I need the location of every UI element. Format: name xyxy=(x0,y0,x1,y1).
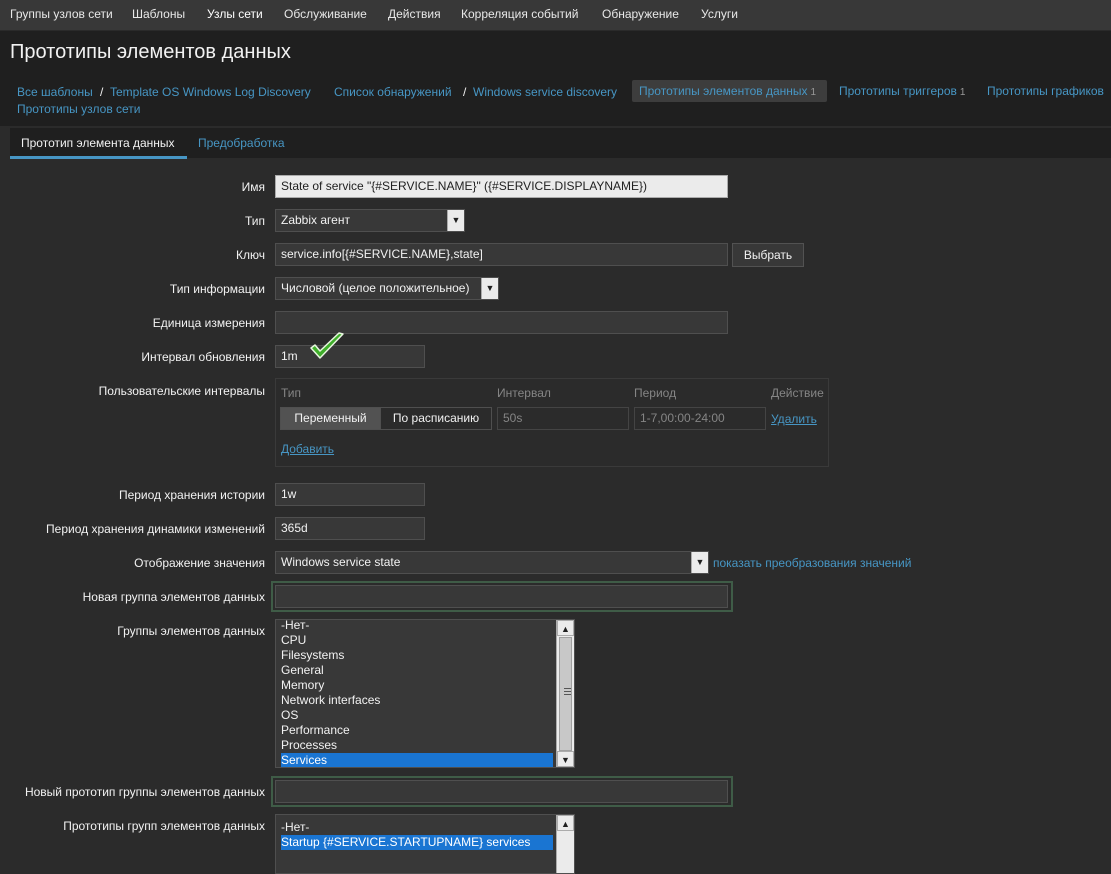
applications-label: Группы элементов данных xyxy=(117,624,265,638)
list-item[interactable]: CPU xyxy=(281,633,306,648)
breadcrumb-separator: / xyxy=(100,85,104,99)
breadcrumb-discovery-list[interactable]: Список обнаружений xyxy=(334,85,452,99)
add-interval-link[interactable]: Добавить xyxy=(281,442,334,456)
breadcrumb-template[interactable]: Template OS Windows Log Discovery xyxy=(110,85,311,99)
list-item[interactable]: General xyxy=(281,663,324,678)
list-item[interactable]: OS xyxy=(281,708,298,723)
list-item[interactable]: Network interfaces xyxy=(281,693,380,708)
custom-intervals-label: Пользовательские интервалы xyxy=(98,384,265,398)
nav-discovery[interactable]: Обнаружение xyxy=(602,7,679,21)
col-action-header: Действие xyxy=(771,386,824,400)
tab-item-prototype[interactable]: Прототип элемента данных xyxy=(21,136,175,150)
info-type-select[interactable]: Числовой (целое положительное) ▼ xyxy=(275,277,499,300)
valuemap-select-value: Windows service state xyxy=(281,555,401,569)
tab-preprocessing[interactable]: Предобработка xyxy=(198,136,285,150)
list-item[interactable]: Memory xyxy=(281,678,324,693)
chevron-down-icon: ▼ xyxy=(481,278,498,299)
new-application-label: Новая группа элементов данных xyxy=(82,590,265,604)
update-interval-label: Интервал обновления xyxy=(141,350,265,364)
key-input[interactable]: service.info[{#SERVICE.NAME},state] xyxy=(275,243,728,266)
radio-flexible[interactable]: Переменный xyxy=(281,408,381,429)
new-application-input[interactable] xyxy=(275,585,728,608)
list-item[interactable]: Performance xyxy=(281,723,350,738)
applications-scrollbar[interactable]: ▲ ▼ xyxy=(556,620,574,767)
nav-event-correlation[interactable]: Корреляция событий xyxy=(461,7,578,21)
valuemap-select[interactable]: Windows service state ▼ xyxy=(275,551,709,574)
radio-scheduling[interactable]: По расписанию xyxy=(381,408,491,429)
list-item[interactable]: Filesystems xyxy=(281,648,344,663)
select-key-button[interactable]: Выбрать xyxy=(732,243,804,267)
applications-listbox[interactable]: -Нет- CPU Filesystems General Memory Net… xyxy=(275,619,575,768)
nav-hosts[interactable]: Узлы сети xyxy=(207,7,263,21)
info-type-select-value: Числовой (целое положительное) xyxy=(281,281,470,295)
info-type-label: Тип информации xyxy=(169,282,265,296)
valuemap-label: Отображение значения xyxy=(134,556,265,570)
interval-type-radio-group: Переменный По расписанию xyxy=(280,407,492,430)
breadcrumb-separator: / xyxy=(463,85,467,99)
name-input[interactable]: State of service "{#SERVICE.NAME}" ({#SE… xyxy=(275,175,728,198)
list-item[interactable]: Processes xyxy=(281,738,337,753)
chevron-up-icon[interactable]: ▲ xyxy=(557,620,574,636)
type-select[interactable]: Zabbix агент ▼ xyxy=(275,209,465,232)
history-input[interactable]: 1w xyxy=(275,483,425,506)
type-select-value: Zabbix агент xyxy=(281,213,350,227)
key-label: Ключ xyxy=(236,248,265,262)
col-type-header: Тип xyxy=(281,386,302,400)
show-value-mappings-link[interactable]: показать преобразования значений xyxy=(713,556,911,570)
list-item[interactable]: -Нет- xyxy=(281,820,309,835)
scrollbar-thumb[interactable] xyxy=(559,637,572,751)
chevron-down-icon[interactable]: ▼ xyxy=(557,751,574,767)
chevron-up-icon[interactable]: ▲ xyxy=(557,815,574,831)
breadcrumb-trigger-prototypes[interactable]: Прототипы триггеров 1 xyxy=(839,84,965,98)
units-label: Единица измерения xyxy=(152,316,265,330)
trends-input[interactable]: 365d xyxy=(275,517,425,540)
nav-templates[interactable]: Шаблоны xyxy=(132,7,185,21)
trends-label: Период хранения динамики изменений xyxy=(46,522,265,536)
trigger-prototypes-count: 1 xyxy=(959,87,966,98)
type-label: Тип xyxy=(244,214,265,228)
nav-maintenance[interactable]: Обслуживание xyxy=(284,7,367,21)
application-prototypes-scrollbar[interactable]: ▲ xyxy=(556,815,574,873)
breadcrumb-graph-prototypes[interactable]: Прототипы графиков xyxy=(987,84,1104,98)
breadcrumb-host-prototypes[interactable]: Прототипы узлов сети xyxy=(17,102,141,116)
list-item[interactable]: -Нет- xyxy=(281,620,309,633)
nav-host-groups[interactable]: Группы узлов сети xyxy=(10,7,113,21)
nav-actions[interactable]: Действия xyxy=(388,7,441,21)
nav-services[interactable]: Услуги xyxy=(701,7,738,21)
list-item-selected[interactable]: Services xyxy=(281,753,553,767)
update-interval-input[interactable]: 1m xyxy=(275,345,425,368)
history-label: Период хранения истории xyxy=(118,488,265,502)
col-interval-header: Интервал xyxy=(497,386,551,400)
breadcrumb-item-prototypes[interactable]: Прототипы элементов данных 1 xyxy=(639,84,816,98)
item-prototypes-count: 1 xyxy=(810,87,817,98)
remove-interval-link[interactable]: Удалить xyxy=(771,412,817,426)
chevron-down-icon: ▼ xyxy=(691,552,708,573)
col-period-header: Период xyxy=(634,386,677,400)
breadcrumb xyxy=(0,74,1111,126)
breadcrumb-discovery-rule[interactable]: Windows service discovery xyxy=(473,85,617,99)
breadcrumb-all-templates[interactable]: Все шаблоны xyxy=(17,85,93,99)
name-label: Имя xyxy=(241,180,265,194)
form-tabs: Прототип элемента данных Предобработка xyxy=(10,128,1111,158)
chevron-down-icon: ▼ xyxy=(447,210,464,231)
custom-interval-input[interactable]: 50s xyxy=(497,407,629,430)
page-title: Прототипы элементов данных xyxy=(10,41,291,63)
application-prototypes-listbox[interactable]: -Нет- Startup {#SERVICE.STARTUPNAME} ser… xyxy=(275,814,575,874)
checkmark-icon xyxy=(310,332,344,359)
list-item-selected[interactable]: Startup {#SERVICE.STARTUPNAME} services xyxy=(281,835,553,850)
breadcrumb-trigger-prototypes-label: Прототипы триггеров xyxy=(839,84,957,98)
application-prototypes-label: Прототипы групп элементов данных xyxy=(63,819,265,833)
new-application-prototype-input[interactable] xyxy=(275,780,728,803)
top-navigation: Группы узлов сети Шаблоны Узлы сети Обсл… xyxy=(0,0,1111,31)
breadcrumb-item-prototypes-label: Прототипы элементов данных xyxy=(639,84,808,98)
custom-period-input[interactable]: 1-7,00:00-24:00 xyxy=(634,407,766,430)
new-application-prototype-label: Новый прототип группы элементов данных xyxy=(24,785,265,799)
